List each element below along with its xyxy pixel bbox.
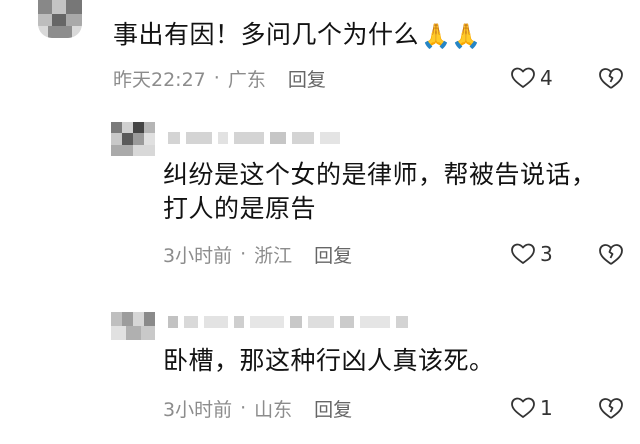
avatar[interactable]	[111, 122, 155, 156]
timestamp: 昨天22:27	[113, 68, 206, 91]
location: 山东	[254, 398, 293, 421]
broken-heart-icon[interactable]	[597, 241, 625, 267]
reply-button[interactable]: 回复	[314, 241, 352, 268]
comment-meta: 3小时前 · 山东 回复	[163, 395, 352, 422]
like-button[interactable]: 4	[510, 66, 553, 90]
comment-text: 事出有因！多问几个为什么🙏🙏	[113, 18, 482, 53]
broken-heart-icon[interactable]	[597, 65, 625, 91]
comment-text: 纠纷是这个女的是律师，帮被告说话， 打人的是原告	[163, 160, 597, 223]
comment-meta: 昨天22:27 · 广东 回复	[113, 65, 326, 92]
like-count: 1	[540, 396, 553, 420]
avatar[interactable]	[111, 312, 155, 340]
broken-heart-icon[interactable]	[597, 395, 625, 421]
comment-meta: 3小时前 · 浙江 回复	[163, 241, 352, 268]
avatar[interactable]	[38, 0, 82, 38]
separator-dot: ·	[213, 67, 220, 89]
reply-button[interactable]: 回复	[314, 395, 352, 422]
username-blurred	[168, 130, 340, 146]
like-button[interactable]: 3	[510, 242, 553, 266]
like-count: 4	[540, 66, 553, 90]
heart-outline-icon	[511, 67, 535, 88]
like-button[interactable]: 1	[510, 396, 553, 420]
heart-outline-icon	[511, 397, 535, 418]
separator-dot: ·	[240, 243, 247, 265]
reply-button[interactable]: 回复	[288, 65, 326, 92]
praying-hands-emoji: 🙏🙏	[421, 22, 482, 50]
timestamp: 3小时前	[163, 398, 233, 421]
comment-text: 卧槽，那这种行凶人真该死。	[163, 346, 495, 375]
heart-outline-icon	[511, 243, 535, 264]
like-count: 3	[540, 242, 553, 266]
location: 浙江	[254, 244, 293, 267]
timestamp: 3小时前	[163, 244, 233, 267]
separator-dot: ·	[240, 397, 247, 419]
username-blurred	[168, 314, 408, 330]
location: 广东	[227, 68, 266, 91]
